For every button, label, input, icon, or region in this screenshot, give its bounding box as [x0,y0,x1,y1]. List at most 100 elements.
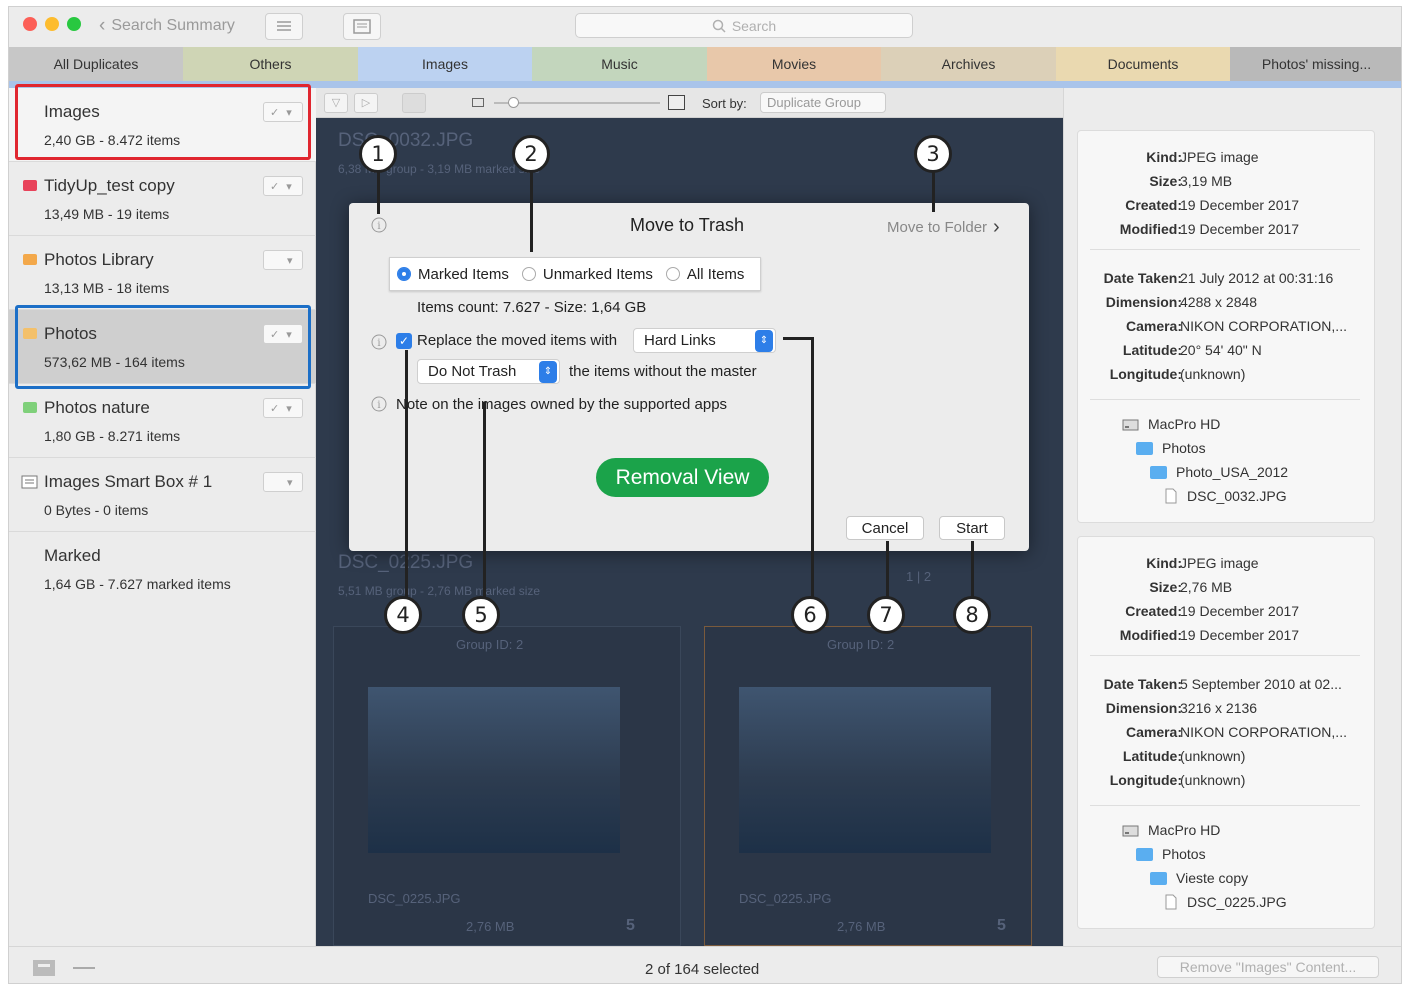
replace-checkbox[interactable]: ✓ [396,333,412,349]
sidebar-item-marked[interactable]: Marked 1,64 GB - 7.627 marked items [9,532,316,606]
back-button[interactable]: ‹ Search Summary [99,15,235,37]
search-field[interactable]: Search [575,13,913,38]
minimize-window-button[interactable] [45,17,59,31]
path-item[interactable]: MacPro HD [1122,822,1220,838]
chevron-right-icon: › [993,216,1000,238]
status-bar: 2 of 164 selected Remove "Images" Conten… [9,946,1401,983]
tab-documents[interactable]: Documents [1056,47,1230,81]
info-icon[interactable]: i [371,217,387,233]
path-item[interactable]: Vieste copy [1150,870,1248,886]
preview-button[interactable] [343,13,381,40]
tab-all-duplicates[interactable]: All Duplicates [9,47,183,81]
replace-label: Replace the moved items with [417,332,618,349]
smart-box-icon [21,475,38,489]
group-subtitle: 5,51 MB group - 2,76 MB marked size [338,584,541,598]
tab-label: Movies [771,56,817,72]
image-card[interactable]: Group ID: 2 DSC_0225.JPG 2,76 MB 5 [333,626,681,946]
sidebar-item-images-smart-box[interactable]: Images Smart Box # 1 0 Bytes - 0 items ▾ [9,458,316,532]
tab-photos-missing[interactable]: Photos' missing... [1230,47,1401,81]
trash-suffix-label: the items without the master [569,363,757,380]
radio-unmarked-items[interactable] [521,267,536,281]
info-value: NIKON CORPORATION,... [1180,318,1347,334]
group-pager[interactable]: 1 | 2 [906,569,931,584]
tab-images[interactable]: Images [358,47,532,81]
path-item[interactable]: DSC_0225.JPG [1164,894,1287,910]
tab-others[interactable]: Others [183,47,358,81]
folder-icon [1136,441,1153,455]
search-icon [712,19,726,33]
info-panel: Kind: JPEG image Size: 3,19 MB Created: 19 De… [1077,130,1375,523]
tab-archives[interactable]: Archives [881,47,1056,81]
callout-line [377,172,380,214]
select-value: Do Not Trash [428,363,517,380]
play-button[interactable]: ▷ [354,93,378,113]
info-icon[interactable]: i [371,396,387,412]
callout-line [405,350,408,598]
sidebar-checkbox[interactable]: ✓ ▾ [263,398,303,418]
tab-movies[interactable]: Movies [707,47,881,81]
radio-all-items[interactable] [665,267,680,281]
close-window-button[interactable] [23,17,37,31]
sidebar-item-tidyup-test-copy[interactable]: TidyUp_test copy 13,49 MB - 19 items ✓ ▾ [9,162,316,236]
card-group-id: Group ID: 2 [827,637,895,652]
file-icon [1165,488,1177,504]
tab-label: All Duplicates [53,56,139,72]
info-value: 19 December 2017 [1180,221,1300,237]
preview-icon [353,19,371,34]
list-view-button[interactable] [265,13,303,40]
grid-button[interactable] [402,93,426,113]
path-label: Photos [1162,440,1206,456]
remove-content-button[interactable]: Remove "Images" Content... [1157,956,1379,978]
filter-icon: ▽ [331,97,341,109]
cancel-button[interactable]: Cancel [846,516,924,540]
start-label: Start [956,519,988,537]
checkmark-icon: ✓ [398,334,410,348]
path-label: Vieste copy [1176,870,1249,886]
path-item[interactable]: Photos [1136,440,1206,456]
info-key: Dimension: [1105,294,1182,310]
image-card[interactable]: Group ID: 2 DSC_0225.JPG 2,76 MB 5 [704,626,1032,946]
radio-marked-items[interactable] [397,267,411,281]
card-filename: DSC_0225.JPG [368,891,461,906]
callout-3: 3 [914,135,952,173]
sort-select[interactable]: Duplicate Group [760,92,886,113]
info-key: Modified: [1119,627,1182,643]
info-value: 19 December 2017 [1180,627,1300,643]
removal-view-button[interactable]: Removal View [596,458,769,497]
sidebar-item-size: 1,80 GB - 8.271 items [44,428,181,444]
sidebar-item-size: 13,13 MB - 18 items [44,280,170,296]
replace-with-select[interactable]: Hard Links ⇕ [633,328,776,353]
file-icon [1165,894,1177,910]
callout-number: 2 [524,142,538,166]
path-item[interactable]: DSC_0032.JPG [1164,488,1287,504]
trash-option-select[interactable]: Do Not Trash ⇕ [417,359,560,384]
sidebar-checkbox[interactable]: ▾ [263,250,303,270]
path-item[interactable]: Photos [1136,846,1206,862]
callout-6: 6 [791,596,829,634]
radio-label: Marked Items [418,265,509,283]
move-to-folder-link[interactable]: Move to Folder › [887,216,1000,239]
sort-value: Duplicate Group [767,95,861,110]
sidebar-checkbox[interactable]: ▾ [263,472,303,492]
path-item[interactable]: MacPro HD [1122,416,1220,432]
tab-label: Images [422,56,468,72]
info-value: 19 December 2017 [1180,603,1300,619]
sidebar-item-photos-library[interactable]: Photos Library 13,13 MB - 18 items ▾ [9,236,316,310]
info-icon[interactable]: i [371,334,387,350]
path-item[interactable]: Photo_USA_2012 [1150,464,1288,480]
folder-icon [23,180,37,191]
info-key: Size: [1149,579,1182,595]
tab-music[interactable]: Music [532,47,707,81]
selection-count: 2 of 164 selected [645,961,760,978]
archive-icon[interactable] [31,958,57,978]
zoom-window-button[interactable] [67,17,81,31]
slider-knob[interactable] [508,97,519,108]
callout-7: 7 [867,596,905,634]
minus-icon[interactable] [73,967,95,969]
filter-button[interactable]: ▽ [324,93,348,113]
sidebar-item-photos-nature[interactable]: Photos nature 1,80 GB - 8.271 items ✓ ▾ [9,384,316,458]
sidebar-checkbox[interactable]: ✓ ▾ [263,176,303,196]
card-count: 5 [626,917,635,934]
start-button[interactable]: Start [939,516,1005,540]
info-key: Latitude: [1122,748,1182,764]
